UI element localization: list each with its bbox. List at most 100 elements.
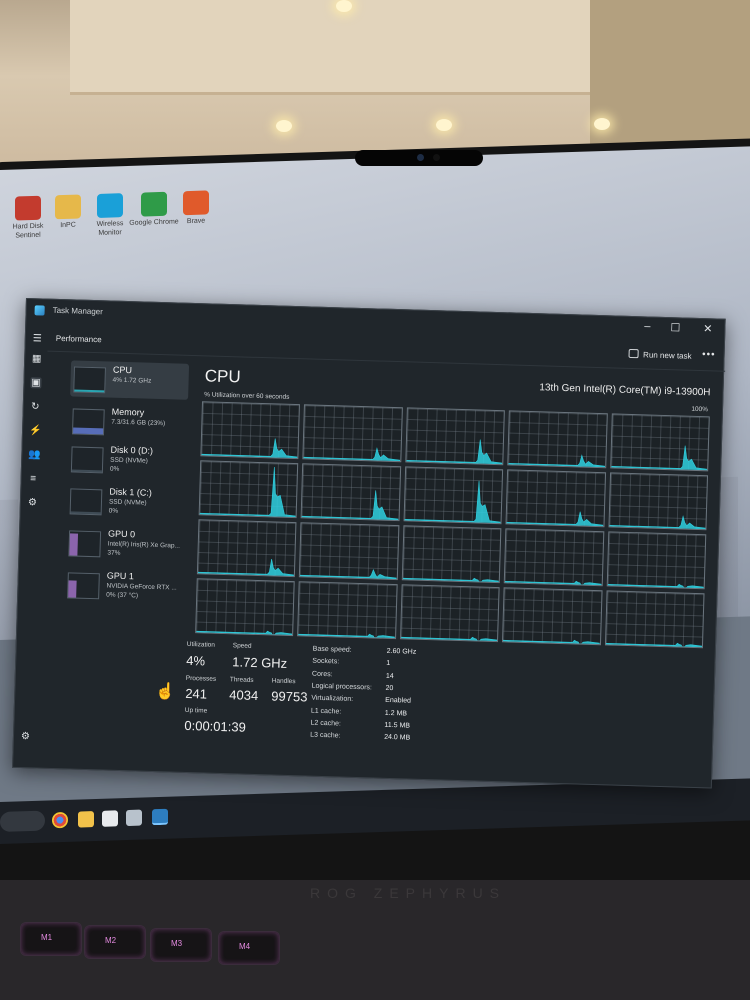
device-thumbnail-graph [67,572,100,600]
processes-icon[interactable]: ▦ [31,353,42,364]
core-utilization-trace [610,445,708,471]
macro-key[interactable]: M2 [84,925,146,959]
mouse-cursor-icon: ☝ [155,683,176,701]
graph-max-label: 100% [691,405,709,414]
performance-icon[interactable]: ▣ [30,377,42,389]
core-graph [300,463,401,522]
device-item-cpu[interactable]: CPU 4% 1.72 GHz [70,360,190,400]
maximize-button[interactable]: ☐ [670,321,680,334]
core-graph [405,407,506,466]
device-name: CPU [112,364,133,376]
spec-value: 14 [385,672,394,680]
task-manager-window: Task Manager – ☐ ✕ ☰ ▦ ▣ ↻ ⚡ 👥 ≡ ⚙ ⚙ Performance… [12,298,727,789]
task-manager-taskbar-icon[interactable] [152,808,168,826]
minimize-button[interactable]: – [644,320,650,332]
core-utilization-trace [506,511,604,527]
core-utilization-trace [303,447,401,462]
key-label: M1 [41,933,53,942]
key-label: M4 [239,942,251,951]
spec-value: 2.60 GHz [386,647,417,656]
webcam-bar [355,150,483,166]
core-graph [399,584,500,643]
desktop-icon[interactable]: Brave [170,190,222,227]
core-graph [606,531,707,590]
threads-value: 4034 [229,687,259,704]
device-sub1: SSD (NVMe) [108,498,147,507]
run-new-task-button[interactable]: Run new task [628,348,692,361]
spec-label: L3 cache: [310,731,341,740]
ceiling-light [594,118,610,130]
core-utilization-trace [406,439,503,465]
cpu-model: 13th Gen Intel(R) Core(TM) i9-13900H [539,382,711,399]
key-label: M2 [105,936,117,945]
device-sub1: 7.3/31.6 GB (23%) [111,418,166,428]
device-sub2: 0% [108,507,119,515]
device-item-disk-1-c[interactable]: Disk 1 (C:) SSD (NVMe) 0% [66,482,185,521]
core-graph [503,528,604,587]
core-utilization-trace [508,454,606,468]
spec-value: Enabled [385,697,412,705]
startup-icon[interactable]: ⚡ [29,425,42,436]
utilization-label: Utilization [186,640,216,649]
key-label: M3 [171,939,183,948]
page-title: Performance [55,333,102,345]
device-name: GPU 0 [107,528,136,540]
core-utilization-trace [503,639,600,645]
macro-key[interactable]: M3 [150,928,212,962]
speed-label: Speed [232,642,252,650]
core-graph [297,581,398,640]
device-name: GPU 1 [106,570,134,582]
processes-value: 241 [185,685,208,702]
file-explorer-icon[interactable] [78,811,94,828]
app-icon [141,191,167,217]
device-name: Disk 0 (D:) [110,444,154,456]
core-utilization-trace [609,515,706,530]
spec-value: 1.2 MB [384,709,408,717]
macro-key[interactable]: M4 [218,931,280,965]
device-sub2: 0% [109,465,120,473]
device-sub2: 37% [107,549,121,557]
device-thumbnail-graph [69,488,103,516]
app-icon[interactable] [102,810,118,827]
services-icon[interactable]: ⚙ [27,497,38,508]
spec-label: Cores: [311,670,333,678]
device-item-memory[interactable]: Memory 7.3/31.6 GB (23%) [69,402,188,441]
webcam-lens [417,154,424,161]
app-icon [15,195,41,221]
spec-label: Sockets: [312,657,340,666]
chrome-icon[interactable] [52,811,68,829]
core-utilization-trace [400,636,498,642]
device-item-gpu-1[interactable]: GPU 1 NVIDIA GeForce RTX ... 0% (37 °C) [64,566,183,605]
utilization-graph-label: % Utilization over 60 seconds [204,391,290,401]
users-icon[interactable]: 👥 [28,449,41,460]
core-graphs-grid [195,401,710,649]
core-utilization-trace [300,568,397,580]
core-graph [505,469,606,528]
core-graph [608,472,709,531]
menu-icon[interactable]: ☰ [32,333,43,344]
settings-icon[interactable]: ⚙ [20,731,31,742]
device-item-gpu-0[interactable]: GPU 0 Intel(R) Iris(R) Xe Grap... 37% [65,524,184,563]
close-button[interactable]: ✕ [703,322,713,335]
brand-label: ROG ZEPHYRUS [310,885,507,901]
taskbar-search[interactable] [0,810,45,832]
details-icon[interactable]: ≡ [27,473,38,484]
uptime-label: Up time [184,706,208,715]
core-utilization-trace [196,630,293,636]
core-graph [195,578,296,637]
core-graph [200,401,301,460]
spec-label: Base speed: [312,645,352,654]
macro-key[interactable]: M1 [20,922,82,956]
core-graph [198,460,299,519]
device-item-disk-0-d[interactable]: Disk 0 (D:) SSD (NVMe) 0% [68,440,187,479]
core-utilization-trace [199,467,297,518]
app-icon[interactable] [126,809,142,827]
core-graph [299,522,400,581]
core-graph [196,519,297,578]
device-name: Memory [111,406,145,418]
ir-sensor [433,154,440,161]
core-utilization-trace [404,480,502,524]
ceiling-panel [70,0,610,95]
more-options-button[interactable]: ••• [702,349,716,360]
history-icon[interactable]: ↻ [30,401,41,412]
